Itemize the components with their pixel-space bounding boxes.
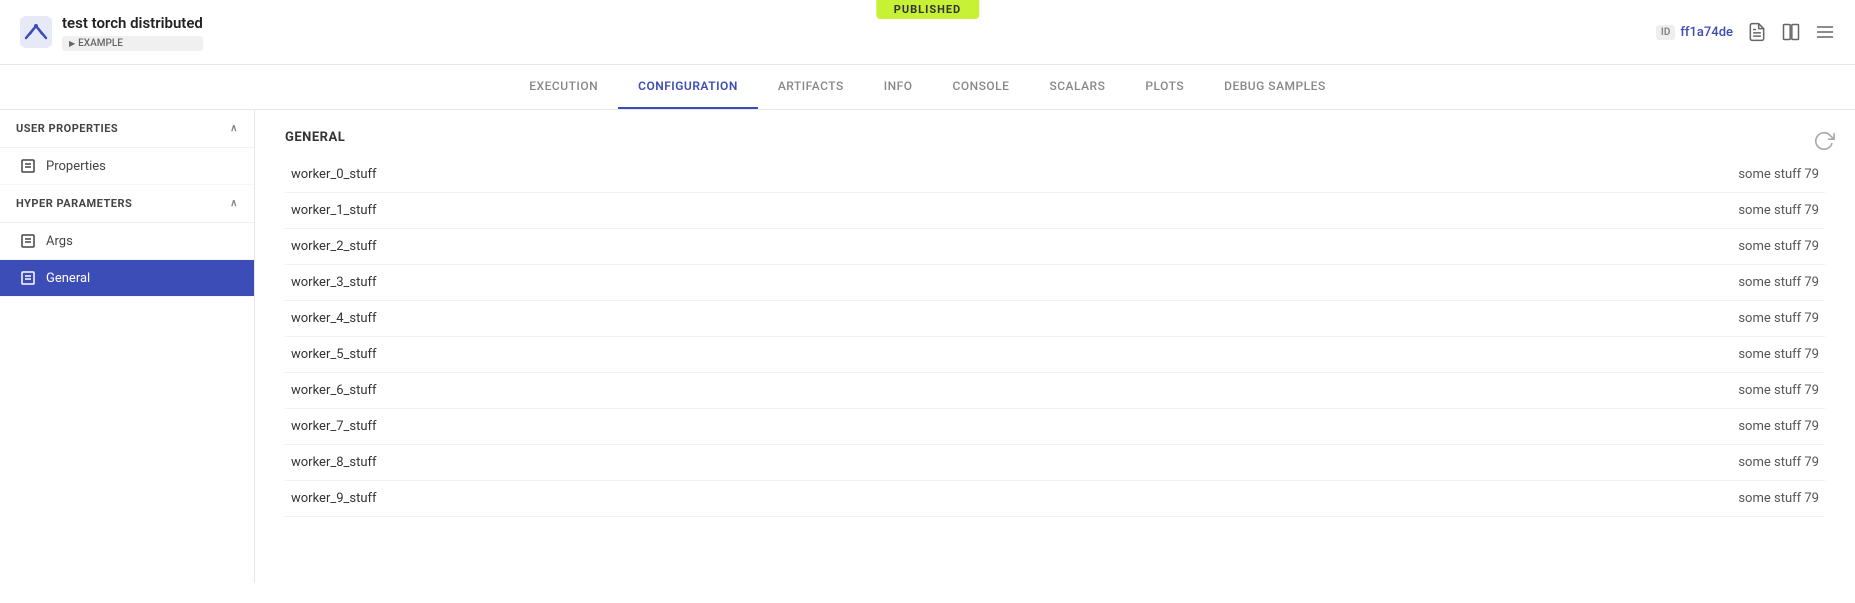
table-row: worker_1_stuff some stuff 79 [285,193,1825,229]
config-value: some stuff 79 [1619,455,1819,470]
config-rows: worker_0_stuff some stuff 79 worker_1_st… [285,157,1825,517]
config-value: some stuff 79 [1619,383,1819,398]
config-key: worker_5_stuff [291,347,1619,362]
header-left: test torch distributed EXAMPLE [20,14,203,51]
config-key: worker_1_stuff [291,203,1619,218]
refresh-button[interactable] [1813,130,1835,156]
config-key: worker_3_stuff [291,275,1619,290]
config-value: some stuff 79 [1619,275,1819,290]
table-row: worker_3_stuff some stuff 79 [285,265,1825,301]
properties-icon [20,158,36,174]
config-key: worker_9_stuff [291,491,1619,506]
config-key: worker_6_stuff [291,383,1619,398]
table-row: worker_9_stuff some stuff 79 [285,481,1825,517]
section-title: GENERAL [285,130,1825,145]
tab-scalars[interactable]: SCALARS [1029,65,1125,109]
table-row: worker_8_stuff some stuff 79 [285,445,1825,481]
nav-tabs: EXECUTION CONFIGURATION ARTIFACTS INFO C… [0,65,1855,110]
config-value: some stuff 79 [1619,239,1819,254]
tab-execution[interactable]: EXECUTION [509,65,618,109]
main-content: GENERAL worker_0_stuff some stuff 79 wor… [255,110,1855,583]
user-properties-label: USER PROPERTIES [16,122,118,135]
sidebar-section-hyper-parameters[interactable]: HYPER PARAMETERS ∧ [0,185,254,223]
config-value: some stuff 79 [1619,491,1819,506]
table-row: worker_0_stuff some stuff 79 [285,157,1825,193]
tab-debug-samples[interactable]: DEBUG SAMPLES [1204,65,1346,109]
sidebar-item-properties[interactable]: Properties [0,148,254,185]
document-icon[interactable] [1747,22,1767,42]
id-badge: ID ff1a74de [1656,25,1733,40]
hyper-parameters-label: HYPER PARAMETERS [16,197,132,210]
config-key: worker_0_stuff [291,167,1619,182]
sidebar-item-args[interactable]: Args [0,223,254,260]
table-row: worker_6_stuff some stuff 79 [285,373,1825,409]
config-value: some stuff 79 [1619,419,1819,434]
user-properties-chevron-icon: ∧ [230,123,238,134]
table-row: worker_4_stuff some stuff 79 [285,301,1825,337]
config-value: some stuff 79 [1619,203,1819,218]
menu-icon[interactable] [1815,22,1835,42]
id-value: ff1a74de [1680,25,1733,40]
table-row: worker_7_stuff some stuff 79 [285,409,1825,445]
config-key: worker_8_stuff [291,455,1619,470]
config-value: some stuff 79 [1619,167,1819,182]
config-value: some stuff 79 [1619,311,1819,326]
tab-configuration[interactable]: CONFIGURATION [618,65,758,109]
sidebar-item-general[interactable]: General [0,260,254,297]
config-value: some stuff 79 [1619,347,1819,362]
layout: USER PROPERTIES ∧ Properties HYPER PARAM… [0,110,1855,583]
split-view-icon[interactable] [1781,22,1801,42]
example-badge: EXAMPLE [62,36,203,51]
args-label: Args [46,234,73,249]
tab-console[interactable]: CONSOLE [933,65,1030,109]
sidebar: USER PROPERTIES ∧ Properties HYPER PARAM… [0,110,255,583]
config-key: worker_4_stuff [291,311,1619,326]
table-row: worker_5_stuff some stuff 79 [285,337,1825,373]
refresh-icon [1813,130,1835,152]
id-label: ID [1656,25,1675,40]
tab-artifacts[interactable]: ARTIFACTS [758,65,864,109]
app-title: test torch distributed [62,14,203,32]
args-icon [20,233,36,249]
config-key: worker_7_stuff [291,419,1619,434]
tab-info[interactable]: INFO [864,65,933,109]
general-label: General [46,271,90,286]
table-row: worker_2_stuff some stuff 79 [285,229,1825,265]
sidebar-section-user-properties[interactable]: USER PROPERTIES ∧ [0,110,254,148]
app-logo-icon [20,16,52,48]
properties-label: Properties [46,159,106,174]
published-banner: PUBLISHED [876,0,979,19]
header-right: ID ff1a74de [1656,22,1835,42]
tab-plots[interactable]: PLOTS [1125,65,1204,109]
hyper-parameters-chevron-icon: ∧ [230,198,238,209]
config-key: worker_2_stuff [291,239,1619,254]
general-icon [20,270,36,286]
